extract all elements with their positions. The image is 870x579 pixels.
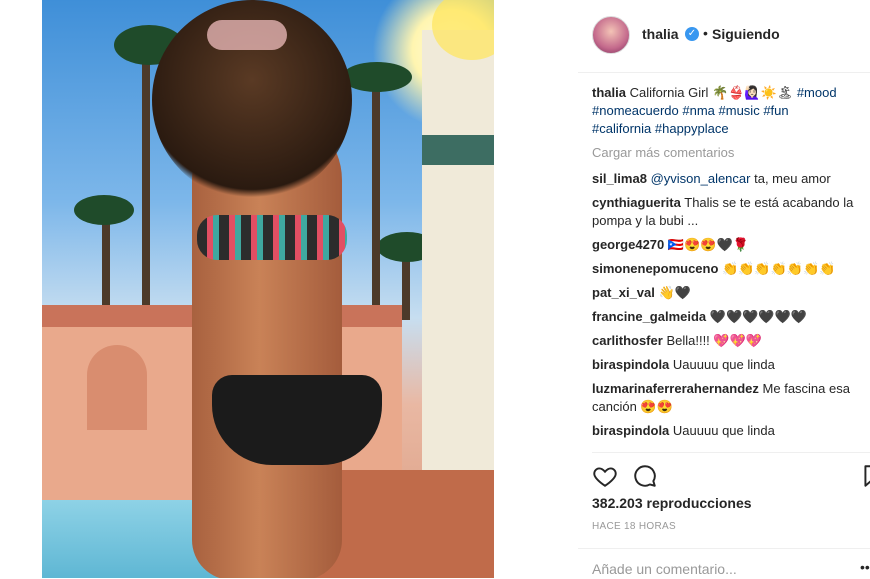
- palm-leaves: [74, 195, 134, 225]
- comment: sil_lima8 @yvison_alencar ta, meu amor: [592, 170, 870, 188]
- palm-leaves: [342, 62, 412, 92]
- hashtag[interactable]: #nma: [682, 103, 715, 118]
- caption-text: California Girl 🌴👙🙋🏻‍♀️☀️🏝: [629, 85, 794, 100]
- palm-tree: [372, 80, 380, 320]
- comment-text: 🖤🖤🖤🖤🖤🖤: [709, 309, 807, 324]
- comment: cynthiaguerita Thalis se te está acaband…: [592, 194, 870, 230]
- hashtag[interactable]: #mood: [797, 85, 837, 100]
- comment-text: 🇵🇷😍😍🖤🌹: [667, 237, 749, 252]
- avatar[interactable]: [592, 16, 630, 54]
- hashtag[interactable]: #happyplace: [655, 121, 729, 136]
- hashtag[interactable]: #music: [719, 103, 760, 118]
- comment: francine_galmeida 🖤🖤🖤🖤🖤🖤: [592, 308, 870, 326]
- comment-icon[interactable]: [632, 463, 658, 489]
- separator-dot: •: [703, 25, 708, 41]
- comment-text: 👏👏👏👏👏👏👏: [722, 261, 836, 276]
- comment-username[interactable]: francine_galmeida: [592, 309, 706, 324]
- comment: luzmarinaferrerahernandez Me fascina esa…: [592, 380, 870, 416]
- hashtag[interactable]: #california: [592, 121, 651, 136]
- more-options-icon[interactable]: •••: [860, 559, 870, 575]
- sunglasses: [207, 20, 287, 50]
- comment: biraspindola Uauuuu que linda: [592, 422, 870, 440]
- caption: thalia California Girl 🌴👙🙋🏻‍♀️☀️🏝 #mood …: [592, 84, 870, 138]
- add-comment-input[interactable]: Añade un comentario...: [592, 561, 737, 577]
- comment-username[interactable]: luzmarinaferrerahernandez: [592, 381, 759, 396]
- comment-username[interactable]: sil_lima8: [592, 171, 647, 186]
- verified-badge-icon: ✓: [685, 27, 699, 41]
- post-video[interactable]: [42, 0, 494, 578]
- load-more-comments[interactable]: Cargar más comentarios: [592, 144, 870, 162]
- comment: simonenepomuceno 👏👏👏👏👏👏👏: [592, 260, 870, 278]
- heart-icon[interactable]: [592, 463, 618, 489]
- comment-username[interactable]: biraspindola: [592, 357, 669, 372]
- balcony: [422, 135, 494, 165]
- post-timestamp[interactable]: HACE 18 HORAS: [592, 521, 676, 532]
- comment-username[interactable]: biraspindola: [592, 423, 669, 438]
- comments-list: thalia California Girl 🌴👙🙋🏻‍♀️☀️🏝 #mood …: [592, 84, 870, 446]
- comment-username[interactable]: simonenepomuceno: [592, 261, 718, 276]
- bikini-top: [197, 215, 347, 260]
- palm-tree: [142, 40, 150, 310]
- comment-username[interactable]: george4270: [592, 237, 664, 252]
- header-username[interactable]: thalia: [642, 26, 679, 42]
- comment-text: Bella!!!! 💖💖💖: [666, 333, 762, 348]
- bikini-bottom: [212, 375, 382, 465]
- post-sidebar: thalia ✓ • Siguiendo thalia California G…: [578, 0, 870, 578]
- building-right: [422, 30, 494, 510]
- caption-username[interactable]: thalia: [592, 85, 626, 100]
- comment-username[interactable]: carlithosfer: [592, 333, 663, 348]
- comment-text: ta, meu amor: [750, 171, 831, 186]
- view-count[interactable]: 382.203 reproducciones: [592, 495, 752, 511]
- following-button[interactable]: Siguiendo: [712, 26, 780, 42]
- comment: pat_xi_val 👋🖤: [592, 284, 870, 302]
- bookmark-icon[interactable]: [860, 463, 870, 489]
- add-comment-bar: Añade un comentario... •••: [578, 548, 870, 579]
- comment: george4270 🇵🇷😍😍🖤🌹: [592, 236, 870, 254]
- comment-mention[interactable]: @yvison_alencar: [651, 171, 751, 186]
- hashtag[interactable]: #fun: [763, 103, 788, 118]
- post-header: thalia ✓ • Siguiendo: [578, 0, 870, 73]
- comment: carlithosfer Bella!!!! 💖💖💖: [592, 332, 870, 350]
- comment-username[interactable]: pat_xi_val: [592, 285, 655, 300]
- comment-text: Uauuuu que linda: [672, 357, 775, 372]
- comment: biraspindola Uauuuu que linda: [592, 356, 870, 374]
- comment-username[interactable]: cynthiaguerita: [592, 195, 681, 210]
- comment-text: Uauuuu que linda: [672, 423, 775, 438]
- comment-text: 👋🖤: [658, 285, 691, 300]
- hashtag[interactable]: #nomeacuerdo: [592, 103, 679, 118]
- arch-window: [87, 345, 147, 430]
